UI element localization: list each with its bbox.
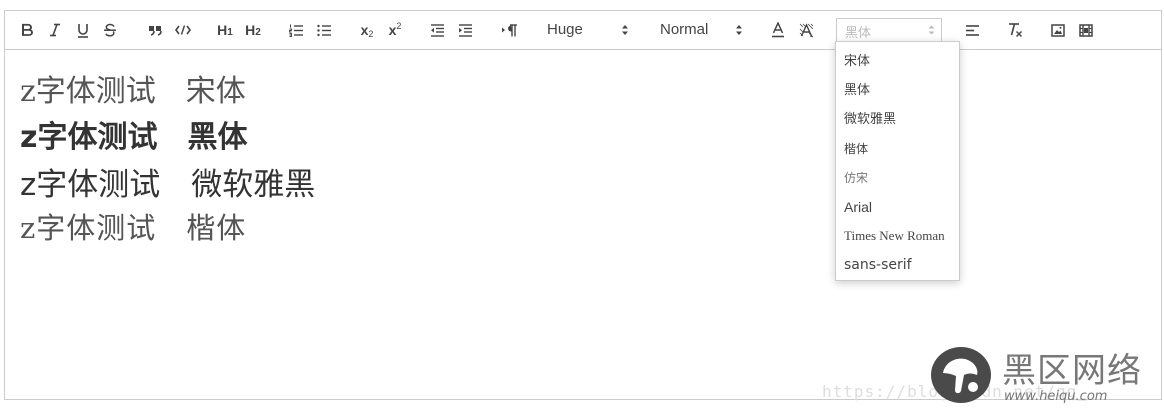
strikethrough-icon: [104, 23, 116, 37]
content-line-kaiti: z字体测试 楷体: [20, 211, 247, 245]
size-picker-label[interactable]: Huge: [547, 20, 583, 40]
text-direction-button[interactable]: [499, 19, 519, 41]
text-color-button[interactable]: [769, 19, 787, 41]
ordered-list-button[interactable]: [288, 19, 304, 41]
content-line-songti: z字体测试 宋体: [20, 74, 246, 109]
header-1-label: H: [217, 22, 228, 38]
code-block-button[interactable]: [174, 19, 192, 41]
outdent-button[interactable]: [429, 19, 445, 41]
brand-url: www.heiqu.com: [1004, 389, 1108, 404]
outdent-icon: [430, 23, 444, 37]
italic-icon: [50, 23, 60, 37]
insert-video-button[interactable]: [1077, 19, 1095, 41]
font-option-arial[interactable]: Arial: [844, 198, 872, 216]
video-icon: [1079, 23, 1093, 37]
align-left-icon: [965, 24, 979, 36]
font-dropdown-menu: 宋体 黑体 微软雅黑 楷体 仿宋 Arial Times New Roman s…: [835, 41, 960, 281]
code-icon: [175, 25, 191, 35]
quote-icon: [149, 26, 162, 36]
brand-name: 黑区网络: [1002, 351, 1142, 391]
bold-button[interactable]: [19, 19, 35, 41]
background-color-icon: [799, 22, 813, 37]
font-option-heiti[interactable]: 黑体: [844, 82, 870, 100]
bullet-list-icon: [316, 24, 331, 36]
editor-toolbar: H1 H2 x 2 x 2 Huge Normal 黑体: [5, 11, 1161, 50]
brand-logo: [931, 347, 991, 403]
indent-button[interactable]: [457, 19, 473, 41]
font-option-times-new-roman[interactable]: Times New Roman: [844, 227, 945, 245]
italic-button[interactable]: [47, 19, 63, 41]
ordered-list-icon: [288, 24, 303, 37]
indent-icon: [458, 23, 472, 37]
header-picker-caret-icon[interactable]: [735, 23, 743, 37]
content-line-heiti: z字体测试 黑体: [20, 120, 248, 155]
text-direction-icon: [501, 23, 517, 36]
blockquote-button[interactable]: [147, 19, 163, 41]
subscript-sub: 2: [368, 29, 374, 39]
superscript-sup: 2: [396, 21, 402, 31]
rich-text-editor: H1 H2 x 2 x 2 Huge Normal 黑体 z字体测试 宋体 z字…: [4, 10, 1162, 400]
text-color-icon: [772, 22, 784, 38]
font-option-kaiti[interactable]: 楷体: [844, 140, 868, 158]
underline-icon: [78, 23, 88, 38]
font-picker-label: 黑体: [845, 26, 872, 41]
header-picker-label[interactable]: Normal: [660, 20, 708, 40]
subscript-base: x: [360, 22, 369, 38]
header-2-sub: 2: [255, 26, 261, 38]
clear-formatting-button[interactable]: [1006, 19, 1024, 41]
bullet-list-button[interactable]: [316, 19, 332, 41]
font-picker[interactable]: 黑体: [836, 18, 942, 42]
align-button[interactable]: [963, 19, 981, 41]
font-option-sans-serif[interactable]: sans-serif: [844, 256, 912, 274]
header-2-button[interactable]: H2: [242, 19, 264, 41]
header-1-sub: 1: [227, 26, 233, 38]
image-icon: [1051, 23, 1065, 37]
header-2-label: H: [245, 22, 256, 38]
subscript-button[interactable]: x2: [357, 19, 377, 41]
background-color-button[interactable]: [797, 19, 815, 41]
strikethrough-button[interactable]: [102, 19, 118, 41]
superscript-button[interactable]: x2: [385, 19, 405, 41]
size-picker-caret-icon[interactable]: [621, 23, 629, 37]
content-line-yahei: z字体测试 微软雅黑: [20, 167, 316, 203]
insert-image-button[interactable]: [1049, 19, 1067, 41]
clear-formatting-icon: [1009, 23, 1022, 37]
font-option-yahei[interactable]: 微软雅黑: [844, 111, 896, 129]
font-option-fangsong[interactable]: 仿宋: [844, 169, 868, 187]
underline-button[interactable]: [75, 19, 91, 41]
header-1-button[interactable]: H1: [214, 19, 236, 41]
font-option-songti[interactable]: 宋体: [844, 53, 870, 71]
superscript-base: x: [388, 22, 397, 38]
font-picker-caret-icon: [928, 25, 935, 35]
bold-icon: [22, 23, 33, 36]
